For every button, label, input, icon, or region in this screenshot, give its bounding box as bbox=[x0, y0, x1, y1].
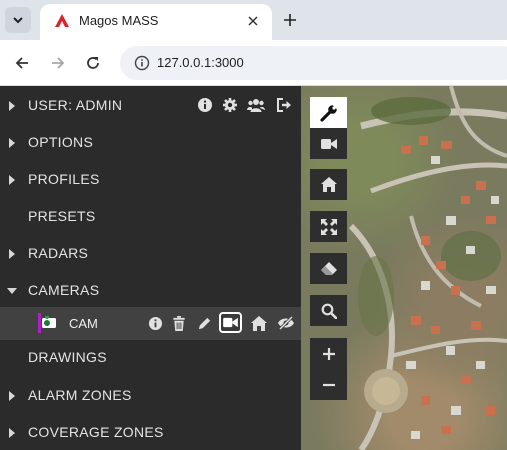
user-actions bbox=[196, 96, 296, 114]
home-view-button[interactable] bbox=[310, 169, 347, 200]
menu-row-profiles[interactable]: PROFILES bbox=[0, 161, 301, 198]
home-icon bbox=[320, 177, 337, 192]
caret-right-icon bbox=[9, 138, 15, 148]
new-tab-button[interactable] bbox=[278, 8, 302, 32]
plus-icon bbox=[284, 14, 296, 26]
close-icon[interactable] bbox=[242, 10, 264, 32]
arrow-left-icon bbox=[15, 57, 28, 69]
reload-icon bbox=[87, 57, 99, 69]
menu-row-coverage-zones[interactable]: COVERAGE ZONES bbox=[0, 414, 301, 450]
camera-view-button[interactable] bbox=[219, 312, 242, 333]
menu-row-cameras[interactable]: CAMERAS bbox=[0, 272, 301, 309]
menu-label-cameras: CAMERAS bbox=[28, 282, 100, 298]
eraser-icon bbox=[320, 261, 337, 275]
menu-row-user[interactable]: USER: ADMIN bbox=[0, 87, 301, 124]
camera-tool-button[interactable] bbox=[310, 128, 347, 159]
home-icon[interactable] bbox=[250, 314, 268, 332]
menu-label-options: OPTIONS bbox=[28, 134, 94, 150]
zoom-in-button[interactable] bbox=[310, 338, 347, 369]
address-bar[interactable]: 127.0.0.1:3000 bbox=[120, 46, 507, 80]
caret-right-icon bbox=[9, 101, 15, 111]
info-icon[interactable] bbox=[146, 314, 164, 332]
expand-icon bbox=[320, 218, 337, 235]
caret-right-icon bbox=[9, 391, 15, 401]
caret-right-icon bbox=[9, 428, 15, 438]
site-info-icon[interactable] bbox=[134, 55, 150, 71]
users-icon[interactable] bbox=[247, 96, 265, 114]
video-camera-icon bbox=[320, 138, 337, 149]
menu-label-presets: PRESETS bbox=[28, 208, 96, 224]
side-panel: USER: ADMIN OPTIONS PROFILES PRESETS RAD… bbox=[0, 86, 301, 450]
eraser-button[interactable] bbox=[310, 253, 347, 284]
search-icon bbox=[321, 303, 337, 319]
plus-icon bbox=[322, 347, 335, 360]
trash-icon[interactable] bbox=[170, 314, 188, 332]
browser-toolbar: 127.0.0.1:3000 bbox=[0, 40, 507, 86]
minus-icon bbox=[322, 383, 335, 386]
eye-slash-icon[interactable] bbox=[277, 314, 295, 332]
user-label: USER: ADMIN bbox=[28, 97, 123, 113]
tools-button[interactable] bbox=[310, 97, 347, 128]
zoom-out-button[interactable] bbox=[310, 369, 347, 400]
menu-label-alarm-zones: ALARM ZONES bbox=[28, 387, 132, 403]
video-camera-icon bbox=[223, 317, 238, 328]
menu-row-drawings[interactable]: DRAWINGS bbox=[0, 339, 301, 376]
magos-logo-icon bbox=[55, 14, 69, 27]
browser-tab-strip: Magos MASS bbox=[0, 0, 507, 40]
forward-button[interactable] bbox=[46, 51, 70, 75]
menu-row-alarm-zones[interactable]: ALARM ZONES bbox=[0, 377, 301, 414]
tab-title: Magos MASS bbox=[79, 13, 159, 28]
wrench-icon bbox=[319, 104, 337, 122]
gear-icon[interactable] bbox=[221, 96, 239, 114]
logout-icon[interactable] bbox=[275, 96, 293, 114]
menu-row-presets[interactable]: PRESETS bbox=[0, 198, 301, 235]
menu-label-coverage-zones: COVERAGE ZONES bbox=[28, 424, 164, 440]
camera-name: CAM bbox=[69, 316, 98, 331]
menu-row-radars[interactable]: RADARS bbox=[0, 235, 301, 272]
menu-label-radars: RADARS bbox=[28, 245, 89, 261]
url-text: 127.0.0.1:3000 bbox=[157, 55, 244, 70]
caret-right-icon bbox=[9, 249, 15, 259]
info-icon[interactable] bbox=[196, 96, 214, 114]
camera-status-icon bbox=[38, 313, 56, 333]
caret-right-icon bbox=[9, 175, 15, 185]
reload-button[interactable] bbox=[81, 51, 105, 75]
browser-tab[interactable]: Magos MASS bbox=[40, 4, 272, 40]
search-map-button[interactable] bbox=[310, 295, 347, 326]
menu-row-options[interactable]: OPTIONS bbox=[0, 124, 301, 161]
back-button[interactable] bbox=[10, 51, 34, 75]
pencil-icon[interactable] bbox=[195, 314, 213, 332]
camera-list-item[interactable]: CAM bbox=[0, 307, 301, 340]
arrow-right-icon bbox=[52, 57, 65, 69]
fullscreen-button[interactable] bbox=[310, 211, 347, 242]
tab-search-button[interactable] bbox=[5, 7, 31, 33]
menu-label-profiles: PROFILES bbox=[28, 171, 100, 187]
chevron-down-icon bbox=[13, 17, 23, 24]
menu-label-drawings: DRAWINGS bbox=[28, 349, 107, 365]
caret-down-icon bbox=[7, 288, 17, 294]
